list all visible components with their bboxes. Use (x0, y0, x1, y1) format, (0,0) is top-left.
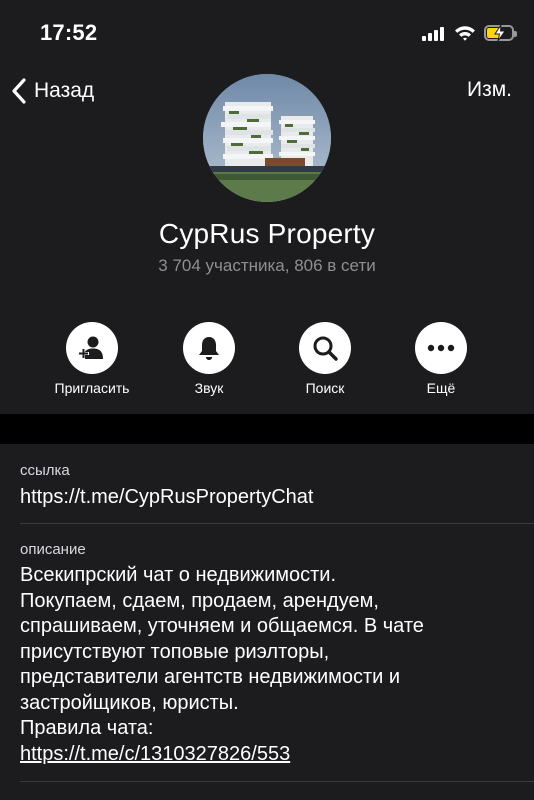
chevron-left-icon (12, 78, 26, 104)
description-title: описание (20, 541, 86, 558)
status-bar: 17:52 (0, 0, 534, 64)
rules-link[interactable]: https://t.me/c/1310327826/553 (20, 743, 290, 765)
cellular-signal-icon (422, 25, 446, 41)
more-button-label: Ещё (426, 380, 456, 396)
add-user-icon (78, 336, 103, 359)
battery-icon (484, 25, 517, 41)
search-button-circle (299, 322, 351, 374)
status-time: 17:52 (40, 20, 98, 45)
more-button[interactable]: Ещё (391, 322, 491, 396)
wifi-icon (455, 26, 475, 41)
group-avatar[interactable] (203, 74, 331, 202)
charging-bolt-icon (494, 25, 506, 41)
link-value[interactable]: https://t.me/CypRusPropertyChat (20, 486, 313, 509)
invite-button-circle (66, 322, 118, 374)
description-row: описание Всекипрский чат о недвижимости.… (20, 524, 534, 782)
more-button-circle (415, 322, 467, 374)
battery-cap (514, 31, 517, 37)
group-name: CypRus Property (158, 218, 376, 249)
group-header: 17:52 Назад Изм. CypRus Property 3 704 у… (0, 0, 534, 414)
sound-button-circle (183, 322, 235, 374)
back-button-label: Назад (34, 79, 95, 102)
search-icon (313, 336, 338, 361)
sound-button[interactable]: Звук (159, 322, 259, 396)
avatar-building-image (203, 74, 331, 202)
action-buttons: Пригласить Звук Поиск Ещё (0, 322, 534, 402)
link-title: ссылка (20, 462, 70, 479)
invite-button-label: Пригласить (54, 380, 130, 396)
info-section: ссылка https://t.me/CypRusPropertyChat о… (0, 444, 534, 800)
group-info-screen: 17:52 Назад Изм. CypRus Property 3 704 у… (0, 0, 534, 800)
more-icon (427, 344, 455, 352)
link-row[interactable]: ссылка https://t.me/CypRusPropertyChat (20, 444, 534, 524)
members-count: 3 704 участника, 806 в сети (158, 256, 376, 275)
invite-button[interactable]: Пригласить (42, 322, 142, 396)
description-text: Всекипрский чат о недвижимости. Покупаем… (20, 563, 490, 767)
bell-icon (199, 337, 219, 360)
edit-button[interactable]: Изм. (467, 78, 512, 102)
search-button-label: Поиск (305, 380, 345, 396)
description-body: Всекипрский чат о недвижимости. Покупаем… (20, 564, 424, 739)
back-button[interactable]: Назад (10, 76, 94, 106)
sound-button-label: Звук (194, 380, 224, 396)
status-icons (422, 22, 517, 44)
search-button[interactable]: Поиск (275, 322, 375, 396)
